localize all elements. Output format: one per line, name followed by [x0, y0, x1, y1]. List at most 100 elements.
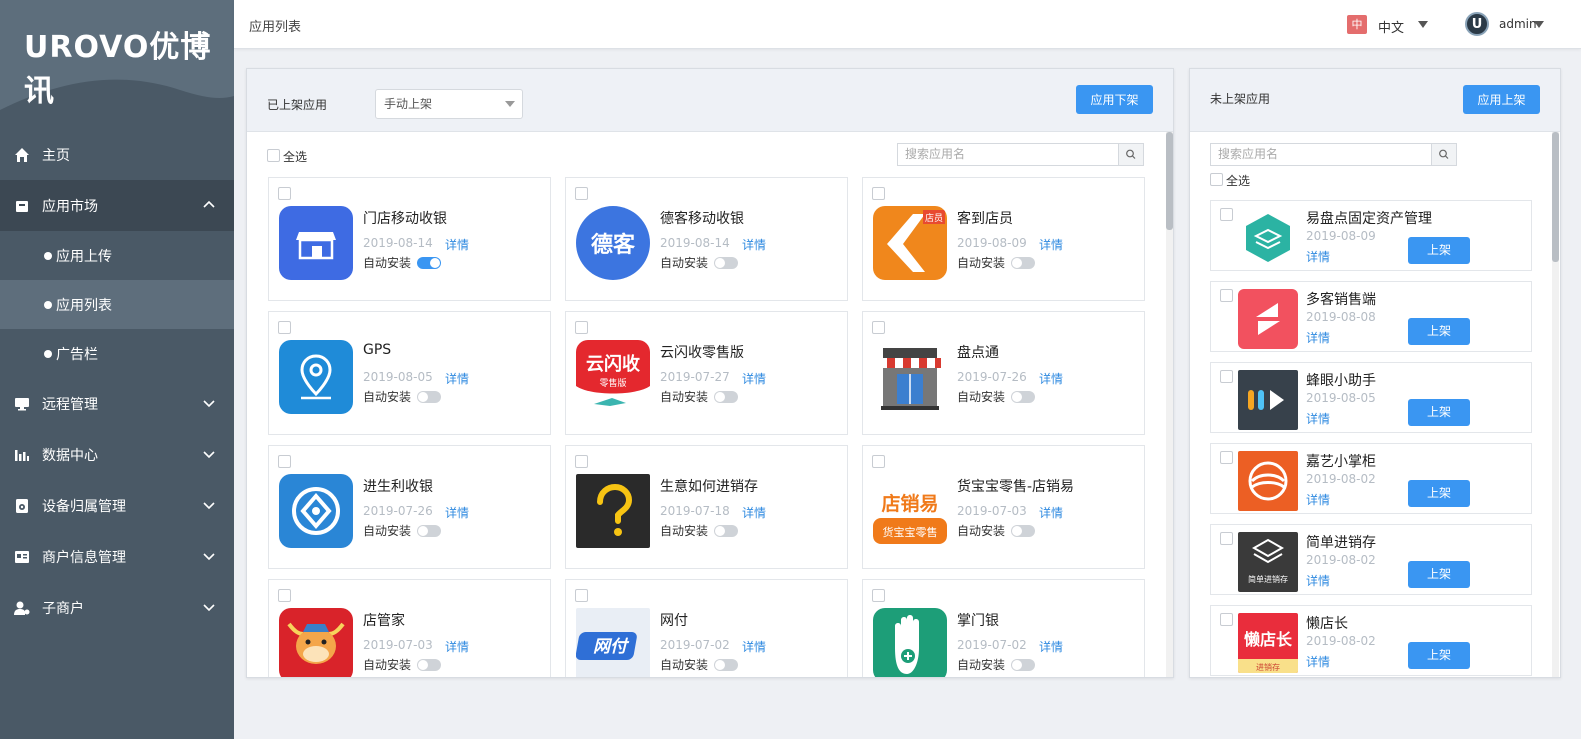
app-detail-link[interactable]: 详情 [742, 370, 766, 387]
chevron-down-icon[interactable] [1418, 21, 1428, 28]
fengyan-logo-icon [1238, 370, 1298, 430]
app-detail-link[interactable]: 详情 [1306, 248, 1330, 265]
sidebar-item-app-market[interactable]: 应用市场 [0, 180, 234, 231]
app-checkbox[interactable] [575, 187, 588, 200]
location-pin-icon [279, 340, 353, 414]
jiandan-logo-icon: 简单进销存 [1238, 532, 1298, 592]
app-checkbox[interactable] [575, 321, 588, 334]
shelve-app-button[interactable]: 上架 [1408, 318, 1470, 345]
avatar[interactable]: U [1465, 12, 1489, 36]
sidebar-item-label: 商户信息管理 [42, 549, 126, 566]
sidebar-item-merchant-info[interactable]: 商户信息管理 [0, 531, 234, 582]
auto-install-label: 自动安装 [957, 524, 1006, 538]
app-detail-link[interactable]: 详情 [1306, 410, 1330, 427]
app-date: 2019-08-14 [363, 236, 433, 250]
app-checkbox[interactable] [1220, 532, 1233, 545]
app-detail-link[interactable]: 详情 [445, 236, 469, 253]
app-detail-link[interactable]: 详情 [742, 504, 766, 521]
auto-install-toggle[interactable] [417, 525, 441, 537]
app-detail-link[interactable]: 详情 [742, 638, 766, 655]
sidebar-item-remote[interactable]: 远程管理 [0, 378, 234, 429]
app-checkbox[interactable] [575, 589, 588, 602]
language-badge[interactable]: 中 [1347, 15, 1367, 34]
app-checkbox[interactable] [872, 187, 885, 200]
app-checkbox[interactable] [278, 455, 291, 468]
app-detail-link[interactable]: 详情 [1039, 638, 1063, 655]
shelve-app-button[interactable]: 上架 [1408, 642, 1470, 669]
app-checkbox[interactable] [278, 187, 291, 200]
app-checkbox[interactable] [575, 455, 588, 468]
auto-install-toggle[interactable] [714, 659, 738, 671]
brand-logo: UROVO优博讯 [24, 30, 212, 109]
shelve-app-button[interactable]: 上架 [1408, 561, 1470, 588]
app-checkbox[interactable] [872, 455, 885, 468]
app-card: GPS 2019-08-05 详情 自动安装 [268, 311, 551, 435]
scrollbar[interactable] [1166, 132, 1173, 677]
search-input[interactable]: 搜索应用名 [1210, 143, 1432, 166]
search-button[interactable] [1431, 143, 1457, 166]
app-detail-link[interactable]: 详情 [1306, 329, 1330, 346]
app-detail-link[interactable]: 详情 [1306, 572, 1330, 589]
shelve-app-button[interactable]: 上架 [1408, 480, 1470, 507]
chevron-down-icon[interactable] [1534, 21, 1544, 28]
app-card: 网付 网付 2019-07-02 详情 自动安装 [565, 579, 848, 677]
sidebar-subitem-banner[interactable]: 广告栏 [0, 329, 234, 378]
app-checkbox[interactable] [1220, 613, 1233, 626]
sidebar-item-home[interactable]: 主页 [0, 130, 234, 180]
app-detail-link[interactable]: 详情 [1306, 653, 1330, 670]
auto-install-toggle[interactable] [417, 659, 441, 671]
sidebar-subitem-app-list[interactable]: 应用列表 [0, 280, 234, 329]
app-detail-link[interactable]: 详情 [445, 638, 469, 655]
app-detail-link[interactable]: 详情 [1306, 491, 1330, 508]
app-card: 云闪收 零售版 云闪收零售版 2019-07-27 详情 自动安装 [565, 311, 848, 435]
shelve-mode-select[interactable]: 手动上架 [375, 89, 523, 119]
app-detail-link[interactable]: 详情 [445, 504, 469, 521]
search-input[interactable]: 搜索应用名 [897, 143, 1119, 166]
app-checkbox[interactable] [1220, 370, 1233, 383]
sidebar-item-data-center[interactable]: 数据中心 [0, 429, 234, 480]
auto-install-toggle[interactable] [1011, 391, 1035, 403]
app-name: 德客移动收银 [660, 211, 744, 227]
app-detail-link[interactable]: 详情 [1039, 504, 1063, 521]
shelve-button[interactable]: 应用上架 [1463, 85, 1540, 114]
auto-install-toggle[interactable] [714, 525, 738, 537]
app-name: 网付 [660, 613, 688, 629]
app-checkbox[interactable] [1220, 208, 1233, 221]
app-detail-link[interactable]: 详情 [1039, 370, 1063, 387]
language-selector[interactable]: 中文 [1378, 17, 1404, 36]
auto-install-toggle[interactable] [1011, 257, 1035, 269]
sidebar-item-sub-merchant[interactable]: 子商户 [0, 582, 234, 633]
scrollbar-thumb[interactable] [1552, 132, 1559, 262]
app-detail-link[interactable]: 详情 [742, 236, 766, 253]
sidebar-subitem-app-upload[interactable]: 应用上传 [0, 231, 234, 280]
auto-install-toggle[interactable] [1011, 659, 1035, 671]
user-menu[interactable]: admin [1499, 17, 1537, 31]
select-all-checkbox[interactable] [1210, 173, 1223, 186]
app-checkbox[interactable] [872, 321, 885, 334]
app-card: 进生利收银 2019-07-26 详情 自动安装 [268, 445, 551, 569]
app-checkbox[interactable] [1220, 451, 1233, 464]
auto-install-toggle[interactable] [1011, 525, 1035, 537]
shelve-app-button[interactable]: 上架 [1408, 399, 1470, 426]
app-card: 店管家 2019-07-03 详情 自动安装 [268, 579, 551, 677]
app-detail-link[interactable]: 详情 [445, 370, 469, 387]
auto-install-toggle[interactable] [714, 391, 738, 403]
search-button[interactable] [1118, 143, 1144, 166]
app-checkbox[interactable] [872, 589, 885, 602]
app-checkbox[interactable] [278, 321, 291, 334]
app-checkbox[interactable] [278, 589, 291, 602]
select-all-checkbox[interactable] [267, 149, 280, 162]
auto-install-toggle[interactable] [417, 391, 441, 403]
scrollbar[interactable] [1552, 132, 1559, 677]
unshelve-button[interactable]: 应用下架 [1076, 85, 1153, 114]
sidebar-item-device-owner[interactable]: 设备归属管理 [0, 480, 234, 531]
shelve-app-button[interactable]: 上架 [1408, 237, 1470, 264]
select-all-label: 全选 [1226, 174, 1251, 188]
app-name: 易盘点固定资产管理 [1306, 211, 1432, 227]
auto-install-toggle[interactable] [417, 257, 441, 269]
app-checkbox[interactable] [1220, 289, 1233, 302]
scrollbar-thumb[interactable] [1166, 132, 1173, 230]
app-detail-link[interactable]: 详情 [1039, 236, 1063, 253]
auto-install-label: 自动安装 [660, 390, 709, 404]
auto-install-toggle[interactable] [714, 257, 738, 269]
